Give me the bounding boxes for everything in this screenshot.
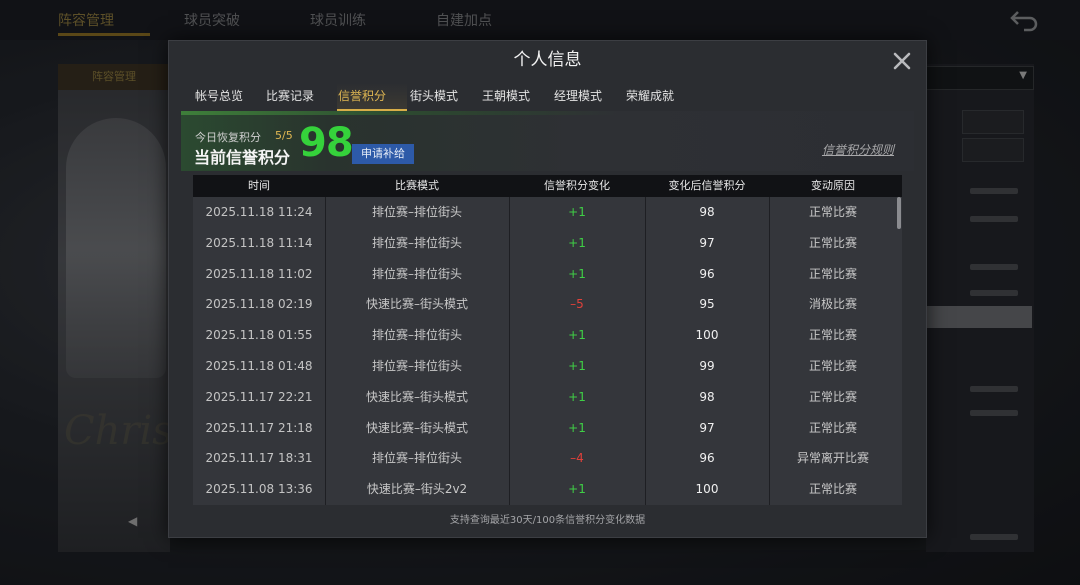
cell-mode: 排位赛–排位街头 (371, 235, 462, 250)
cell-time: 2025.11.17 21:18 (205, 420, 313, 435)
cell-change: +1 (568, 359, 586, 373)
cell-after: 99 (699, 359, 715, 373)
tab-manager-mode[interactable]: 经理模式 (554, 83, 602, 111)
cell-mode: 快速比赛–街头模式 (365, 420, 468, 435)
tab-credit-score[interactable]: 信誉积分 (338, 83, 386, 111)
cell-mode: 快速比赛–街头模式 (365, 297, 468, 312)
cell-time: 2025.11.18 11:24 (205, 205, 313, 219)
table-row: 2025.11.18 01:48 排位赛–排位街头 +1 99 正常比赛 (193, 351, 902, 382)
cell-mode: 排位赛–排位街头 (371, 359, 462, 373)
cell-time: 2025.11.17 18:31 (205, 451, 313, 466)
table-row: 2025.11.18 01:55 排位赛–排位街头 +1 100 正常比赛 (193, 320, 902, 351)
footer-note: 支持查询最近30天/100条信誉积分变化数据 (449, 515, 646, 526)
cell-time: 2025.11.18 11:14 (205, 235, 313, 250)
table-row: 2025.11.18 11:02 排位赛–排位街头 +1 96 正常比赛 (193, 259, 902, 290)
cell-time: 2025.11.18 01:48 (205, 359, 313, 373)
cell-change: +1 (568, 420, 586, 435)
cell-after: 97 (699, 420, 715, 435)
recover-label: 今日恢复积分 (195, 131, 261, 144)
table-scrollbar[interactable] (897, 197, 901, 229)
cell-reason: 正常比赛 (808, 328, 857, 343)
cell-change: +1 (568, 235, 586, 250)
header-time: 时间 (248, 179, 270, 192)
cell-reason: 消极比赛 (808, 297, 857, 312)
cell-change: +1 (568, 266, 586, 281)
score-label: 当前信誉积分 (194, 148, 291, 167)
credit-rules-link[interactable]: 信誉积分规则 (822, 141, 894, 158)
cell-mode: 排位赛–排位街头 (371, 451, 462, 466)
cell-change: +1 (568, 205, 586, 219)
cell-after: 96 (699, 451, 715, 466)
table-row: 2025.11.17 22:21 快速比赛–街头模式 +1 98 正常比赛 (193, 382, 902, 413)
cell-reason: 正常比赛 (808, 359, 857, 373)
cell-time: 2025.11.18 01:55 (205, 328, 313, 343)
cell-change: –4 (570, 451, 584, 466)
cell-change: +1 (568, 482, 586, 497)
table-row: 2025.11.17 18:31 排位赛–排位街头 –4 96 异常离开比赛 (193, 443, 902, 474)
credit-score-banner: 今日恢复积分 5/5 当前信誉积分 98 申请补给 信誉积分规则 (181, 111, 914, 171)
cell-time: 2025.11.08 13:36 (205, 482, 313, 497)
cell-time: 2025.11.18 11:02 (205, 266, 313, 281)
dialog-title: 个人信息 (513, 50, 582, 70)
cell-after: 98 (699, 389, 715, 404)
cell-time: 2025.11.18 02:19 (205, 297, 313, 312)
cell-after: 96 (699, 266, 715, 281)
tab-street-mode[interactable]: 街头模式 (410, 83, 458, 111)
cell-reason: 正常比赛 (808, 420, 857, 435)
cell-time: 2025.11.17 22:21 (205, 389, 313, 404)
column-divider (769, 197, 770, 505)
recover-value: 5/5 (275, 129, 293, 142)
score-value: 98 (299, 120, 354, 166)
header-reason: 变动原因 (811, 179, 855, 192)
personal-info-dialog: 个人信息 帐号总览 比赛记录 信誉积分 街头模式 王朝模式 经理模式 荣耀成就 … (168, 40, 927, 538)
table-row: 2025.11.08 13:36 快速比赛–街头2v2 +1 100 正常比赛 (193, 474, 902, 505)
cell-mode: 排位赛–排位街头 (371, 328, 462, 343)
header-after: 变化后信誉积分 (668, 179, 746, 192)
header-mode: 比赛模式 (395, 179, 439, 192)
table-row: 2025.11.18 11:14 排位赛–排位街头 +1 97 正常比赛 (193, 228, 902, 259)
tab-match-records[interactable]: 比赛记录 (266, 83, 314, 111)
cell-after: 95 (699, 297, 715, 312)
cell-reason: 正常比赛 (808, 389, 857, 404)
cell-reason: 异常离开比赛 (796, 451, 869, 466)
cell-mode: 快速比赛–街头2v2 (366, 482, 468, 497)
apply-supply-button[interactable]: 申请补给 (352, 144, 414, 164)
table-body[interactable]: 2025.11.08 13:36 快速比赛–街头2v2 +1 100 正常比赛 2025.… (193, 197, 902, 505)
credit-history-table: 时间 比赛模式 信誉积分变化 变化后信誉积分 变动原因 2025.11.08 1… (193, 175, 902, 505)
cell-reason: 正常比赛 (808, 235, 857, 250)
close-icon[interactable] (890, 49, 914, 73)
cell-reason: 正常比赛 (808, 482, 857, 497)
cell-after: 100 (695, 328, 719, 343)
cell-reason: 正常比赛 (808, 205, 857, 219)
column-divider (645, 197, 646, 505)
table-header: 时间 比赛模式 信誉积分变化 变化后信誉积分 变动原因 (193, 175, 902, 197)
table-row: 2025.11.17 21:18 快速比赛–街头模式 +1 97 正常比赛 (193, 413, 902, 444)
cell-mode: 排位赛–排位街头 (371, 266, 462, 281)
cell-after: 100 (695, 482, 719, 497)
cell-reason: 正常比赛 (808, 266, 857, 281)
cell-after: 97 (699, 235, 715, 250)
tab-dynasty-mode[interactable]: 王朝模式 (482, 83, 530, 111)
banner-accent-stripe (181, 111, 914, 115)
table-row: 2025.11.18 11:24 排位赛–排位街头 +1 98 正常比赛 (193, 197, 902, 228)
table-row: 2025.11.18 02:19 快速比赛–街头模式 –5 95 消极比赛 (193, 289, 902, 320)
column-divider (325, 197, 326, 505)
cell-mode: 排位赛–排位街头 (371, 205, 462, 219)
cell-change: +1 (568, 328, 586, 343)
tab-account-overview[interactable]: 帐号总览 (195, 83, 243, 111)
column-divider (509, 197, 510, 505)
cell-change: –5 (570, 297, 584, 312)
cell-after: 98 (699, 205, 715, 219)
tab-achievements[interactable]: 荣耀成就 (626, 83, 674, 111)
cell-change: +1 (568, 389, 586, 404)
cell-mode: 快速比赛–街头模式 (365, 389, 468, 404)
header-change: 信誉积分变化 (544, 179, 610, 192)
